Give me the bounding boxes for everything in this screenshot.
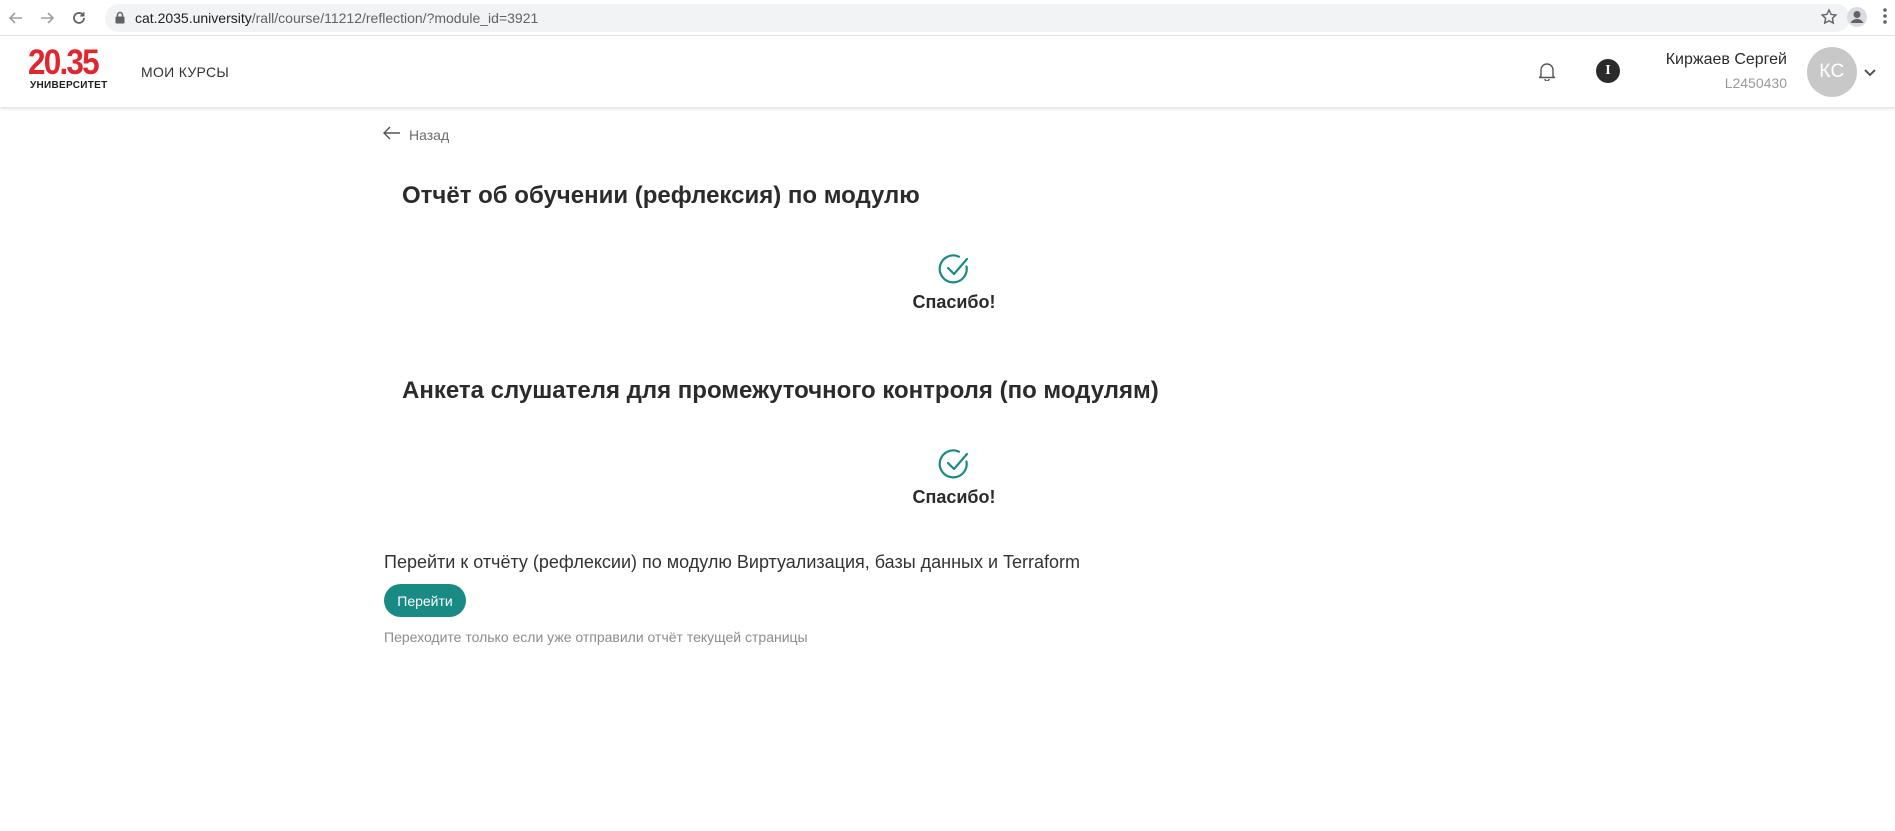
section-title-survey: Анкета слушателя для промежуточного конт… bbox=[402, 377, 1159, 404]
kebab-menu-icon[interactable] bbox=[1882, 6, 1888, 31]
avatar[interactable]: КС bbox=[1807, 47, 1857, 97]
forward-icon[interactable] bbox=[35, 6, 59, 30]
logo[interactable]: 20.35 УНИВЕРСИТЕТ bbox=[28, 43, 110, 91]
goto-hint: Переходите только если уже отправили отч… bbox=[384, 629, 808, 645]
arrow-left-icon bbox=[383, 126, 401, 143]
thanks-block-reflection: Спасибо! bbox=[854, 252, 1054, 313]
reload-icon[interactable] bbox=[67, 6, 91, 30]
section-title-reflection: Отчёт об обучении (рефлексия) по модулю bbox=[402, 182, 920, 209]
chevron-down-icon[interactable] bbox=[1863, 65, 1877, 83]
info-button[interactable]: I bbox=[1596, 59, 1620, 83]
profile-icon[interactable] bbox=[1846, 6, 1868, 33]
thanks-text: Спасибо! bbox=[912, 487, 996, 507]
thanks-block-survey: Спасибо! bbox=[854, 447, 1054, 508]
user-name[interactable]: Киржаев Сергей bbox=[1666, 51, 1787, 69]
site-header: 20.35 УНИВЕРСИТЕТ МОИ КУРСЫ I Киржаев Се… bbox=[0, 37, 1895, 107]
check-circle-icon bbox=[854, 447, 1054, 481]
user-id: L2450430 bbox=[1724, 75, 1787, 91]
bell-icon[interactable] bbox=[1538, 61, 1556, 86]
address-bar[interactable]: cat.2035.university/rall/course/11212/re… bbox=[105, 4, 1850, 32]
url-host: cat.2035.university bbox=[135, 10, 252, 26]
nav-my-courses[interactable]: МОИ КУРСЫ bbox=[141, 64, 229, 80]
bookmark-star-icon[interactable] bbox=[1820, 8, 1838, 31]
back-label: Назад bbox=[409, 126, 450, 143]
url-text: cat.2035.university/rall/course/11212/re… bbox=[135, 10, 538, 26]
url-path: /rall/course/11212/reflection/?module_id… bbox=[251, 10, 539, 26]
logo-number: 20.35 bbox=[28, 43, 100, 82]
back-link[interactable]: Назад bbox=[383, 126, 449, 143]
back-icon[interactable] bbox=[4, 6, 28, 30]
goto-button[interactable]: Перейти bbox=[384, 584, 466, 617]
check-circle-icon bbox=[854, 252, 1054, 286]
lock-icon bbox=[115, 11, 125, 29]
goto-next-module-text: Перейти к отчёту (рефлексии) по модулю В… bbox=[384, 552, 1081, 572]
browser-toolbar: cat.2035.university/rall/course/11212/re… bbox=[0, 0, 1895, 36]
thanks-text: Спасибо! bbox=[912, 292, 996, 312]
